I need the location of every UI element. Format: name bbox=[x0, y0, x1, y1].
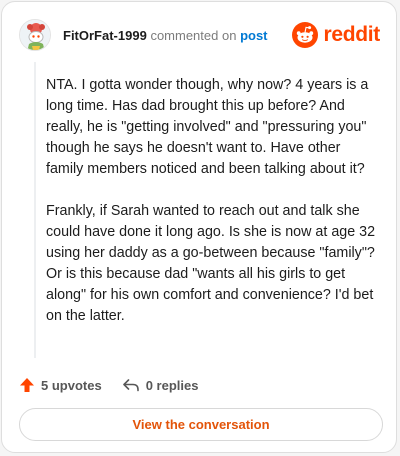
upvotes-button[interactable]: 5 upvotes bbox=[19, 377, 102, 393]
view-conversation-button[interactable]: View the conversation bbox=[19, 408, 383, 441]
username-link[interactable]: FitOrFat-1999 bbox=[63, 28, 147, 43]
replies-count: 0 replies bbox=[145, 377, 199, 393]
post-link[interactable]: post bbox=[240, 28, 267, 43]
reply-arrow-icon bbox=[122, 379, 139, 392]
comment-paragraph: Frankly, if Sarah wanted to reach out an… bbox=[46, 203, 376, 324]
comment-paragraph: NTA. I gotta wonder though, why now? 4 y… bbox=[46, 77, 369, 177]
user-avatar[interactable] bbox=[19, 19, 51, 51]
comment-card: FitOrFat-1999 commented on post reddit N… bbox=[1, 1, 397, 453]
thread-line bbox=[34, 62, 36, 358]
upvotes-count: 5 upvotes bbox=[41, 377, 102, 393]
comment-body: NTA. I gotta wonder though, why now? 4 y… bbox=[46, 75, 376, 348]
reddit-wordmark: reddit bbox=[323, 23, 380, 46]
reddit-logo-icon bbox=[292, 22, 319, 48]
comment-header: FitOrFat-1999 commented on post reddit bbox=[19, 19, 380, 51]
comment-actions: 5 upvotes 0 replies bbox=[19, 374, 198, 396]
reddit-brand[interactable]: reddit bbox=[292, 21, 380, 49]
upvote-arrow-icon bbox=[20, 378, 34, 392]
comment-meta: FitOrFat-1999 commented on post bbox=[63, 28, 268, 44]
replies-button[interactable]: 0 replies bbox=[122, 377, 199, 393]
snoo-avatar-icon bbox=[20, 20, 50, 50]
commented-on-text: commented on bbox=[150, 28, 237, 43]
